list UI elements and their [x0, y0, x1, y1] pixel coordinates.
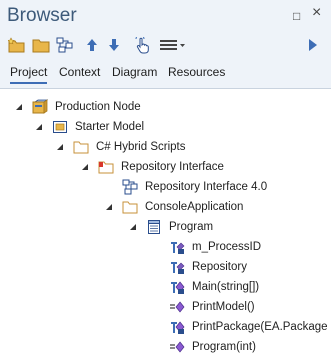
- tab-resources[interactable]: Resources: [168, 65, 225, 82]
- tab-context[interactable]: Context: [59, 65, 100, 82]
- expanded-triangle-icon[interactable]: [14, 102, 24, 112]
- tree-node-label: Starter Model: [75, 121, 145, 133]
- tree-node-operation-main[interactable]: Main(string[]): [151, 278, 259, 296]
- node-icon: [32, 99, 48, 115]
- new-package-button[interactable]: [7, 36, 27, 54]
- tree-node-label: Main(string[]): [192, 281, 260, 293]
- folder-icon: [32, 37, 50, 53]
- tree-node-label: Program(int): [192, 341, 256, 353]
- expanded-triangle-icon[interactable]: [34, 122, 44, 132]
- operation-private-icon: [169, 279, 185, 295]
- tree-node-label: Program: [169, 221, 214, 233]
- tree-node-production-node[interactable]: Production Node: [14, 98, 141, 116]
- tree-node-label: PrintPackage(EA.Package: [192, 321, 328, 333]
- operation-icon: [169, 339, 185, 355]
- tree-node-repository-interface-diagram[interactable]: Repository Interface 4.0: [104, 178, 267, 196]
- expanded-triangle-icon[interactable]: [128, 222, 138, 232]
- tree-node-csharp-hybrid-scripts[interactable]: C# Hybrid Scripts: [55, 138, 185, 156]
- pin-button[interactable]: □: [293, 10, 300, 22]
- tab-bar: Project Context Diagram Resources: [0, 59, 331, 89]
- model-icon: [52, 119, 68, 135]
- expand-panel-button[interactable]: [306, 36, 320, 54]
- tree-node-attribute-m-processid[interactable]: m_ProcessID: [151, 238, 261, 256]
- attribute-icon: [169, 239, 185, 255]
- operation-icon: [169, 299, 185, 315]
- class-icon: [146, 219, 162, 235]
- tree-node-label: Repository Interface: [121, 161, 224, 173]
- title-bar: Browser □ ×: [0, 0, 331, 31]
- diagram-icon: [122, 179, 138, 195]
- tab-diagram[interactable]: Diagram: [112, 65, 157, 82]
- new-package-icon: [8, 37, 26, 53]
- play-arrow-icon: [308, 38, 318, 52]
- tree-node-label: Repository Interface 4.0: [145, 181, 268, 193]
- tree-node-console-application[interactable]: ConsoleApplication: [104, 198, 243, 216]
- new-folder-button[interactable]: [31, 36, 51, 54]
- tree-node-operation-printmodel[interactable]: PrintModel(): [151, 298, 255, 316]
- tree-node-label: Repository: [192, 261, 247, 273]
- tab-project[interactable]: Project: [10, 65, 48, 84]
- toolbar: [0, 31, 331, 59]
- package-folder-icon: [122, 199, 138, 215]
- menu-button[interactable]: [159, 36, 187, 54]
- tree-node-operation-program-ctor[interactable]: Program(int): [151, 338, 256, 356]
- window-title: Browser: [7, 5, 77, 26]
- move-up-button[interactable]: [84, 36, 100, 54]
- package-folder-icon: [73, 139, 89, 155]
- move-down-icon: [108, 38, 120, 52]
- tree-node-repository-interface[interactable]: Repository Interface: [80, 158, 224, 176]
- tree-node-program-class[interactable]: Program: [128, 218, 213, 236]
- tree-node-attribute-repository[interactable]: Repository: [151, 258, 247, 276]
- menu-icon: [159, 39, 187, 51]
- move-down-button[interactable]: [106, 36, 122, 54]
- package-folder-red-icon: [98, 159, 114, 175]
- tree-node-operation-printpackage[interactable]: PrintPackage(EA.Package: [151, 318, 328, 336]
- expanded-triangle-icon[interactable]: [80, 162, 90, 172]
- tree-node-label: Production Node: [55, 101, 141, 113]
- expanded-triangle-icon[interactable]: [104, 202, 114, 212]
- attribute-icon: [169, 259, 185, 275]
- expanded-triangle-icon[interactable]: [55, 142, 65, 152]
- tree-node-label: PrintModel(): [192, 301, 255, 313]
- hand-pointer-icon: [135, 36, 151, 54]
- operation-private-icon: [169, 319, 185, 335]
- locate-button[interactable]: [134, 36, 152, 54]
- tree-node-label: m_ProcessID: [192, 241, 262, 253]
- move-up-icon: [86, 38, 98, 52]
- close-button[interactable]: ×: [312, 5, 321, 21]
- tree-node-starter-model[interactable]: Starter Model: [34, 118, 144, 136]
- diagram-icon: [56, 37, 74, 53]
- tree-node-label: C# Hybrid Scripts: [96, 141, 186, 153]
- tree-node-label: ConsoleApplication: [145, 201, 244, 213]
- project-tree: Production Node Starter Model C# Hybrid …: [0, 90, 331, 360]
- new-diagram-button[interactable]: [55, 36, 75, 54]
